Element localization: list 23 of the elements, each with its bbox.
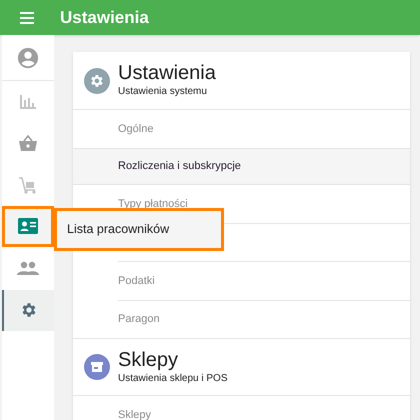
- settings-item[interactable]: Paragon: [73, 300, 410, 338]
- nav-item[interactable]: [2, 290, 54, 331]
- store-icon: [84, 354, 110, 380]
- tooltip: Lista pracowników: [57, 211, 221, 248]
- cart-icon: [19, 176, 37, 194]
- settings-icon: [20, 301, 38, 320]
- section-subtitle: Ustawienia sklepu i POS: [118, 372, 228, 386]
- section-title: Ustawienia: [118, 62, 216, 84]
- id-card-icon: [18, 218, 38, 234]
- section-title: Sklepy: [118, 348, 180, 370]
- bar-chart-icon: [20, 94, 36, 109]
- settings-item[interactable]: Podatki: [73, 262, 410, 300]
- menu-icon[interactable]: [20, 12, 34, 24]
- section-subtitle: Ustawienia systemu: [118, 85, 208, 99]
- avatar-icon: [17, 46, 39, 68]
- people-icon: [17, 260, 39, 275]
- settings-item[interactable]: Rozliczenia i subskrypcje: [73, 148, 410, 185]
- nav-item[interactable]: [2, 206, 54, 247]
- app-title: Ustawienia: [60, 6, 149, 29]
- settings-item[interactable]: Ogólne: [73, 110, 410, 148]
- settings-icon: [84, 68, 110, 94]
- basket-icon: [19, 135, 37, 152]
- settings-item[interactable]: Sklepy: [73, 396, 410, 420]
